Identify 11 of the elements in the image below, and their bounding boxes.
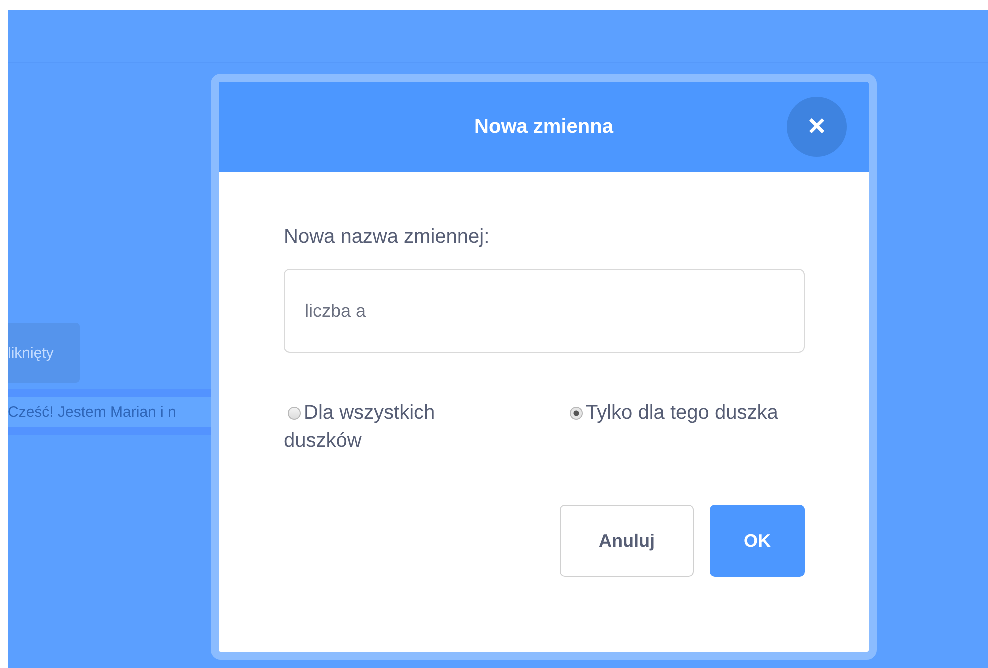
radio-icon[interactable]	[288, 407, 301, 420]
radio-option[interactable]: Dla wszystkich duszków	[284, 399, 516, 455]
dialog-title: Nowa zmienna	[474, 116, 614, 138]
radio-icon[interactable]	[570, 407, 583, 420]
code-block: liknięty	[8, 323, 80, 383]
prompt-label: Nowa nazwa zmiennej:	[284, 226, 491, 249]
close-button[interactable]: ×	[787, 97, 847, 157]
input-field[interactable]: liczba a	[284, 269, 805, 353]
speech-bubble: Cześć! Jestem Marian i n	[8, 389, 213, 435]
cancel-button[interactable]: Anuluj	[560, 505, 694, 577]
radio-option[interactable]: Tylko dla tego duszka	[566, 399, 806, 455]
